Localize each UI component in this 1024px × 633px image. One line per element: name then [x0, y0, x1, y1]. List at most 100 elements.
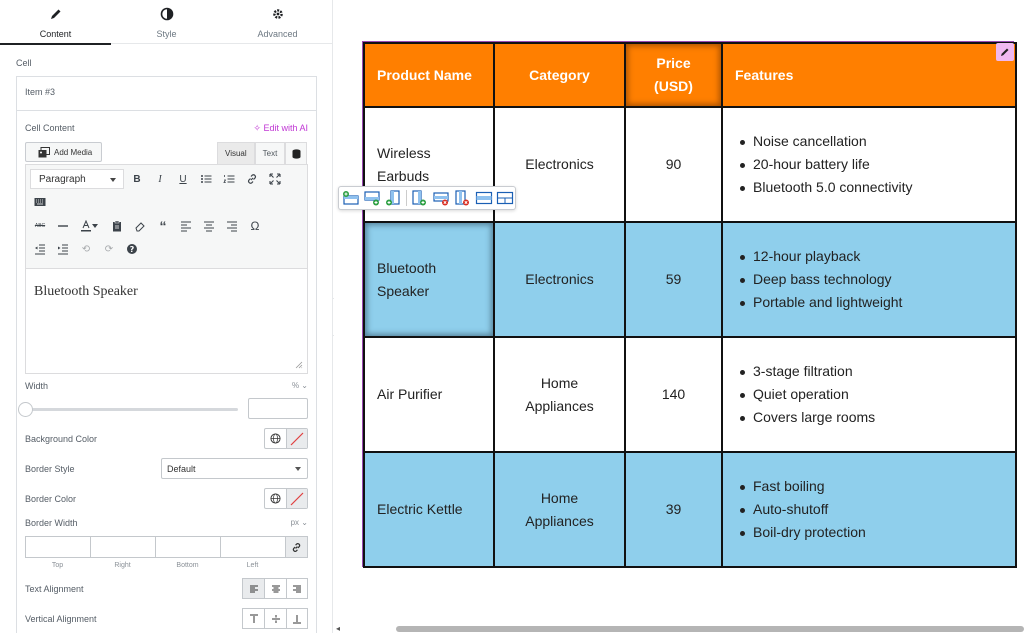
- table-cell-price[interactable]: 59: [624, 221, 723, 338]
- paste-text-button[interactable]: [107, 216, 127, 236]
- tab-advanced[interactable]: Advanced: [222, 0, 332, 44]
- table-cell-name-selected[interactable]: Bluetooth Speaker: [363, 221, 495, 338]
- border-width-right-input[interactable]: [90, 536, 155, 558]
- bold-button[interactable]: B: [127, 169, 147, 189]
- delete-row-button[interactable]: [431, 188, 450, 208]
- text-align-right-button[interactable]: [286, 578, 308, 599]
- table-cell-price[interactable]: 39: [624, 451, 723, 568]
- table-cell-name[interactable]: Air Purifier: [363, 336, 495, 453]
- border-width-left-input[interactable]: [220, 536, 285, 558]
- cell-text: Home Appliances: [525, 489, 594, 529]
- insert-column-left-button[interactable]: [384, 188, 403, 208]
- global-colors-button[interactable]: [265, 429, 286, 448]
- header-cell-price[interactable]: Price (USD): [624, 42, 723, 108]
- resize-handle-icon[interactable]: [295, 361, 303, 369]
- italic-button[interactable]: I: [150, 169, 170, 189]
- vertical-align-bottom-button[interactable]: [286, 608, 308, 629]
- align-left-button[interactable]: [176, 216, 196, 236]
- width-slider-track[interactable]: [25, 408, 238, 411]
- item-title[interactable]: Item #3: [25, 87, 55, 97]
- table-cell-category[interactable]: Home Appliances: [493, 451, 626, 568]
- editor-content-area[interactable]: Bluetooth Speaker: [26, 269, 307, 349]
- table-cell-features[interactable]: Noise cancellation 20-hour battery life …: [721, 106, 1017, 223]
- list-item: Quiet operation: [735, 383, 1015, 406]
- table-cell-features[interactable]: Fast boiling Auto-shutoff Boil-dry prote…: [721, 451, 1017, 568]
- paragraph-format-select[interactable]: Paragraph: [30, 169, 124, 189]
- cell-item-box: Item #3 Cell Content ✧ Edit with AI Add …: [16, 76, 317, 633]
- indent-icon: [58, 244, 68, 255]
- database-button[interactable]: [285, 142, 308, 164]
- table-row: Air Purifier Home Appliances 140 3-stage…: [363, 336, 1017, 453]
- clear-formatting-button[interactable]: [130, 216, 150, 236]
- border-width-bottom-input[interactable]: [155, 536, 220, 558]
- special-character-button[interactable]: Ω: [245, 216, 265, 236]
- table-widget[interactable]: Product Name Category Price (USD) Feature…: [362, 41, 1017, 568]
- link-button[interactable]: [242, 169, 262, 189]
- merge-cells-button[interactable]: [474, 188, 493, 208]
- align-right-button[interactable]: [222, 216, 242, 236]
- width-unit-select[interactable]: % ⌄: [292, 381, 308, 390]
- tab-text[interactable]: Text: [254, 142, 286, 164]
- table-cell-price[interactable]: 90: [624, 106, 723, 223]
- header-cell-product-name[interactable]: Product Name: [363, 42, 495, 108]
- tab-content[interactable]: Content: [0, 0, 111, 45]
- table-cell-category[interactable]: Electronics: [493, 221, 626, 338]
- table-cell-features[interactable]: 3-stage filtration Quiet operation Cover…: [721, 336, 1017, 453]
- border-color-swatch[interactable]: [285, 489, 307, 508]
- strikethrough-button[interactable]: ABC: [30, 216, 50, 236]
- feature-list: 3-stage filtration Quiet operation Cover…: [735, 360, 1015, 429]
- undo-button[interactable]: ⟲: [76, 239, 96, 259]
- background-color-swatch[interactable]: [285, 429, 307, 448]
- header-cell-category[interactable]: Category: [493, 42, 626, 108]
- insert-row-below-button[interactable]: [362, 188, 381, 208]
- blockquote-button[interactable]: “: [153, 216, 173, 236]
- insert-column-right-button[interactable]: [410, 188, 429, 208]
- table-cell-category[interactable]: Home Appliances: [493, 336, 626, 453]
- align-right-icon: [227, 221, 237, 232]
- width-input[interactable]: [248, 398, 308, 419]
- global-colors-button[interactable]: [265, 489, 286, 508]
- contrast-icon: [160, 7, 173, 21]
- text-align-center-button[interactable]: [264, 578, 286, 599]
- table-cell-name[interactable]: Electric Kettle: [363, 451, 495, 568]
- scrollbar-thumb[interactable]: [396, 626, 1024, 632]
- tab-visual[interactable]: Visual: [217, 142, 255, 164]
- numbered-list-button[interactable]: [219, 169, 239, 189]
- table-cell-features[interactable]: 12-hour playback Deep bass technology Po…: [721, 221, 1017, 338]
- edit-widget-button[interactable]: [996, 43, 1014, 61]
- text-color-dropdown[interactable]: [90, 216, 100, 236]
- edit-with-ai-link[interactable]: ✧ Edit with AI: [253, 123, 308, 134]
- link-values-button[interactable]: [285, 536, 308, 558]
- border-width-unit-select[interactable]: px ⌄: [291, 518, 308, 527]
- header-cell-features[interactable]: Features: [721, 42, 1017, 108]
- vertical-align-middle-button[interactable]: [264, 608, 286, 629]
- split-cells-button[interactable]: [496, 188, 515, 208]
- indent-button[interactable]: [53, 239, 73, 259]
- redo-button[interactable]: ⟳: [99, 239, 119, 259]
- align-center-button[interactable]: [199, 216, 219, 236]
- delete-column-button[interactable]: [453, 188, 472, 208]
- border-width-top-input[interactable]: [25, 536, 90, 558]
- dimension-label-bottom: Bottom: [176, 562, 199, 569]
- bullet-list-button[interactable]: [196, 169, 216, 189]
- tab-advanced-label: Advanced: [257, 29, 298, 39]
- dimension-label-right: Right: [114, 562, 131, 569]
- database-icon: [292, 148, 301, 159]
- horizontal-scrollbar[interactable]: ◂: [334, 624, 1024, 633]
- horizontal-line-button[interactable]: [53, 216, 73, 236]
- fullscreen-button[interactable]: [265, 169, 285, 189]
- outdent-button[interactable]: [30, 239, 50, 259]
- border-style-select[interactable]: Default: [161, 458, 308, 479]
- underline-button[interactable]: U: [173, 169, 193, 189]
- text-align-left-button[interactable]: [242, 578, 264, 599]
- scroll-left-arrow-icon[interactable]: ◂: [336, 624, 340, 633]
- tab-style[interactable]: Style: [111, 0, 222, 44]
- help-button[interactable]: ?: [122, 239, 142, 259]
- vertical-align-top-button[interactable]: [242, 608, 264, 629]
- width-slider-handle[interactable]: [18, 402, 33, 417]
- insert-row-above-button[interactable]: [341, 188, 360, 208]
- list-item: 12-hour playback: [735, 245, 1015, 268]
- table-cell-price[interactable]: 140: [624, 336, 723, 453]
- toolbar-toggle-button[interactable]: [30, 192, 50, 212]
- add-media-button[interactable]: Add Media: [25, 142, 102, 162]
